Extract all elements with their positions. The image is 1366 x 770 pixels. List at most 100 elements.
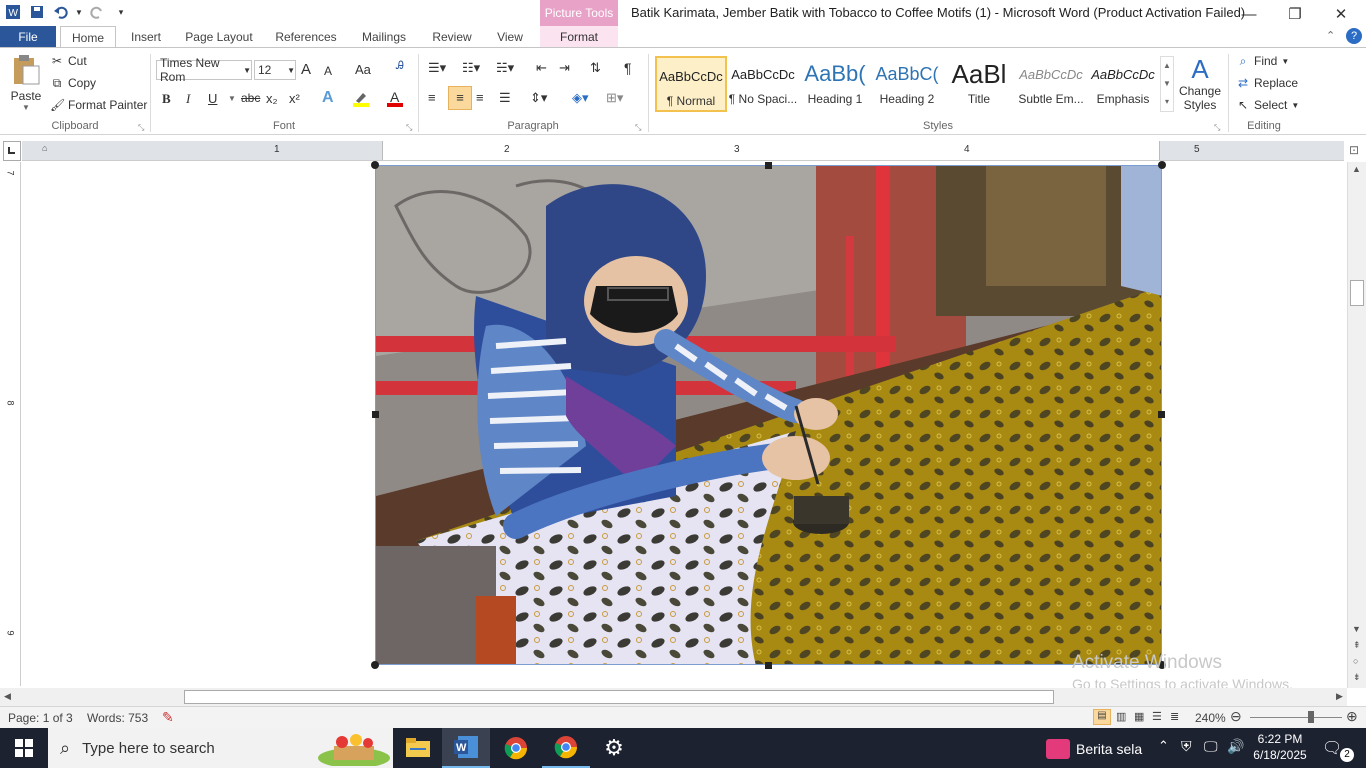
styles-gallery-scroll[interactable]: ▲ ▼ ▾ — [1160, 56, 1174, 112]
resize-handle-top-left[interactable] — [371, 161, 379, 169]
shading-icon[interactable]: ◈▾ — [572, 90, 589, 106]
redo-icon[interactable] — [86, 1, 108, 23]
bold-button[interactable]: B — [162, 91, 171, 107]
italic-button[interactable]: I — [186, 91, 190, 107]
restore-button[interactable]: ❐ — [1272, 0, 1318, 28]
copy-button[interactable]: ⧉ Copy — [50, 76, 96, 90]
paragraph-launcher-icon[interactable]: ⤡ — [635, 123, 641, 133]
minimize-button[interactable]: — — [1226, 0, 1272, 28]
font-launcher-icon[interactable]: ⤡ — [406, 123, 412, 133]
select-button[interactable]: ↖ Select ▼ — [1236, 98, 1299, 112]
word-count[interactable]: Words: 753 — [87, 711, 148, 725]
horizontal-scrollbar[interactable]: ◀ ▶ — [0, 688, 1347, 706]
previous-page-icon[interactable]: ⇞ — [1353, 640, 1361, 651]
tab-page-layout[interactable]: Page Layout — [178, 26, 260, 48]
web-layout-icon[interactable]: ▦ — [1134, 710, 1144, 723]
text-effects-icon[interactable]: A — [322, 89, 334, 107]
file-explorer-icon[interactable] — [394, 728, 442, 768]
resize-handle-bottom[interactable] — [765, 662, 772, 669]
tab-references[interactable]: References — [268, 26, 344, 48]
tab-selector[interactable] — [3, 141, 21, 161]
customize-qat-icon[interactable]: ▾ — [110, 1, 132, 23]
view-ruler-icon[interactable]: ⊡ — [1349, 143, 1359, 157]
tab-view[interactable]: View — [488, 26, 532, 48]
underline-dropdown-icon[interactable]: ▼ — [228, 94, 236, 103]
style-heading-1[interactable]: AaBb( Heading 1 — [799, 56, 871, 112]
vertical-ruler[interactable]: 7 8 9 — [3, 162, 21, 686]
align-right-icon[interactable]: ≡ — [476, 90, 484, 105]
zoom-level[interactable]: 240% — [1195, 711, 1226, 725]
scroll-left-icon[interactable]: ◀ — [4, 691, 11, 702]
full-screen-reading-icon[interactable]: ▥ — [1116, 710, 1126, 723]
tab-format[interactable]: Format — [540, 26, 618, 48]
zoom-in-icon[interactable]: ⊕ — [1346, 708, 1358, 725]
grow-font-button[interactable]: A — [301, 61, 311, 78]
clear-formatting-icon[interactable]: Ꭿ — [396, 60, 414, 78]
next-page-icon[interactable]: ⇟ — [1353, 672, 1361, 683]
style-heading-2[interactable]: AaBbC( Heading 2 — [871, 56, 943, 112]
shrink-font-button[interactable]: A — [324, 64, 332, 78]
resize-handle-top[interactable] — [765, 162, 772, 169]
resize-handle-left[interactable] — [372, 411, 379, 418]
scroll-right-icon[interactable]: ▶ — [1336, 691, 1343, 702]
format-painter-button[interactable]: 🖌 Format Painter — [50, 98, 147, 112]
show-hidden-icons[interactable]: ⌃ — [1158, 738, 1169, 754]
replace-button[interactable]: ⇄ Replace — [1236, 76, 1298, 90]
subscript-button[interactable]: x₂ — [266, 91, 278, 106]
horizontal-scroll-thumb[interactable] — [184, 690, 1054, 704]
strikethrough-button[interactable]: abc — [241, 91, 260, 105]
scroll-down-icon[interactable]: ▼ — [1352, 624, 1361, 634]
chrome-icon[interactable] — [492, 728, 540, 768]
line-spacing-icon[interactable]: ⇕▾ — [530, 90, 547, 106]
underline-button[interactable]: U — [208, 91, 217, 106]
resize-handle-bottom-left[interactable] — [371, 661, 379, 669]
tab-mailings[interactable]: Mailings — [352, 26, 416, 48]
vertical-scrollbar[interactable]: ▲ ▼ ⇞ ○ ⇟ — [1347, 162, 1366, 688]
style-emphasis[interactable]: AaBbCcDc Emphasis — [1087, 56, 1159, 112]
bullets-icon[interactable]: ☰▾ — [428, 60, 456, 78]
horizontal-ruler[interactable]: ⌂ 1 2 3 4 5 — [22, 141, 1344, 161]
undo-dropdown-icon[interactable]: ▼ — [74, 1, 84, 23]
cut-button[interactable]: ✂ Cut — [50, 54, 87, 68]
resize-handle-right[interactable] — [1158, 411, 1165, 418]
multilevel-list-icon[interactable]: ☵▾ — [496, 60, 524, 78]
word-app-icon[interactable]: W — [2, 1, 24, 23]
font-size-combo[interactable]: 12 ▼ — [254, 60, 296, 80]
volume-icon[interactable]: 🔊 — [1227, 738, 1244, 755]
font-color-icon[interactable]: A — [386, 89, 404, 107]
font-family-combo[interactable]: Times New Rom ▼ — [156, 56, 252, 84]
decrease-indent-icon[interactable]: ⇤ — [536, 60, 547, 76]
justify-icon[interactable]: ☰ — [499, 90, 511, 106]
windows-start-icon[interactable] — [0, 728, 48, 768]
tab-file[interactable]: File — [0, 26, 56, 48]
settings-gear-icon[interactable]: ⚙ — [590, 728, 638, 768]
help-icon[interactable]: ? — [1346, 28, 1362, 44]
tab-home[interactable]: Home — [60, 26, 116, 48]
draft-icon[interactable]: ≣ — [1170, 710, 1179, 723]
superscript-button[interactable]: x² — [289, 91, 300, 106]
print-layout-icon[interactable]: ▤ — [1093, 709, 1111, 725]
show-formatting-icon[interactable]: ¶ — [624, 60, 632, 76]
zoom-slider-thumb[interactable] — [1308, 711, 1314, 723]
network-icon[interactable]: 🖵 — [1204, 738, 1218, 755]
align-center-icon[interactable]: ≡ — [448, 86, 472, 110]
security-icon[interactable]: ⛨ — [1181, 738, 1192, 755]
borders-icon[interactable]: ⊞▾ — [606, 90, 623, 106]
news-widget[interactable]: Berita sela — [1046, 738, 1142, 760]
resize-handle-top-right[interactable] — [1158, 161, 1166, 169]
save-icon[interactable] — [26, 1, 48, 23]
change-case-button[interactable]: Aa — [355, 62, 371, 77]
batik-photo[interactable] — [375, 165, 1162, 665]
style-subtle-emphasis[interactable]: AaBbCcDc Subtle Em... — [1015, 56, 1087, 112]
styles-launcher-icon[interactable]: ⤡ — [1214, 123, 1220, 133]
word-taskbar-icon[interactable]: W — [442, 728, 490, 768]
undo-icon[interactable] — [50, 1, 72, 23]
scroll-up-icon[interactable]: ▲ — [1352, 164, 1361, 174]
browse-object-icon[interactable]: ○ — [1353, 656, 1358, 666]
numbering-icon[interactable]: ☷▾ — [462, 60, 490, 78]
align-left-icon[interactable]: ≡ — [428, 90, 436, 105]
chrome-profile-icon[interactable] — [542, 728, 590, 768]
page-count[interactable]: Page: 1 of 3 — [8, 711, 73, 725]
outline-icon[interactable]: ☰ — [1152, 710, 1162, 723]
highlight-color-icon[interactable] — [352, 89, 370, 107]
